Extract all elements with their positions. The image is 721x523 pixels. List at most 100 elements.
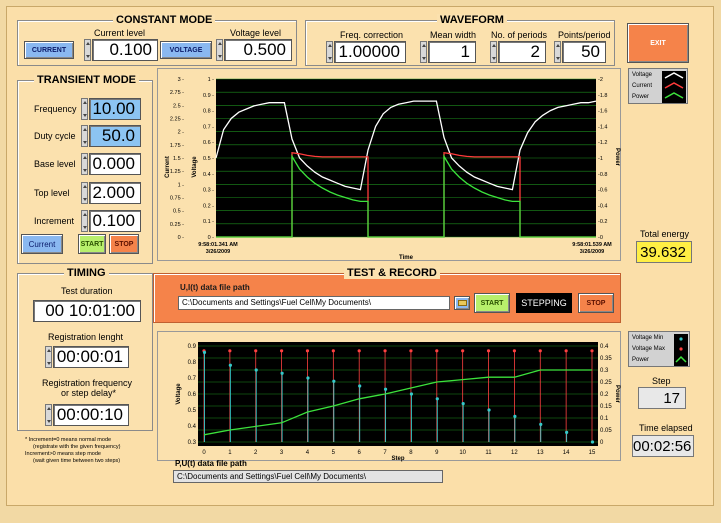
- ui-path-label: U,I(t) data file path: [180, 283, 250, 292]
- vmin-point: [228, 363, 232, 367]
- points-period-spinner[interactable]: [554, 41, 561, 63]
- registration-length-input[interactable]: 00:00:01: [53, 346, 129, 368]
- mean-width-spinner[interactable]: [420, 41, 427, 63]
- voltage-tick-label: 0.7: [188, 376, 197, 382]
- legend-vmin-label: Voltage Min: [632, 335, 664, 341]
- increment-input[interactable]: 0.100: [89, 210, 141, 232]
- freq-correction-spinner[interactable]: [326, 41, 333, 63]
- ui-path-input[interactable]: C:\Documents and Settings\Fuel Cell\My D…: [178, 296, 450, 310]
- base-level-spinner[interactable]: [81, 153, 88, 175]
- voltage-level-spinner[interactable]: [216, 39, 223, 61]
- test-record-title: TEST & RECORD: [344, 267, 440, 279]
- timing-panel: TIMING Test duration 00 10:01:00 Registr…: [17, 267, 153, 431]
- test-duration-input[interactable]: 00 10:01:00: [33, 300, 141, 322]
- step-tick-label: 0: [202, 450, 206, 456]
- time-axis-label: Time: [399, 255, 414, 261]
- freq-correction-input[interactable]: 1.00000: [334, 41, 406, 63]
- time-elapsed-readout: 00:02:56: [632, 435, 694, 457]
- registration-frequency-label: Registration frequency: [42, 378, 133, 388]
- registration-length-spinner[interactable]: [45, 346, 52, 368]
- power-tick-label: 0.05: [600, 428, 612, 434]
- vmin-point: [280, 371, 284, 375]
- step-tick-label: 5: [332, 450, 336, 456]
- bottom-chart-container: 0 1 2 3 4 5 6 7 8 9 10 11 12 13 14 15 0.9 0.8 0.7 0.6 0.5 0.4…: [157, 331, 621, 462]
- power-tick-label: -1.6: [598, 109, 607, 115]
- frequency-input[interactable]: 10.00: [89, 98, 141, 120]
- footnote-line-1: * Increment=0 means normal mode: [25, 437, 112, 443]
- mean-width-label: Mean width: [430, 30, 477, 40]
- transient-stop-button[interactable]: STOP: [109, 234, 139, 254]
- vmin-point: [461, 402, 465, 406]
- periods-input[interactable]: 2: [498, 41, 546, 63]
- power-tick-label: 0.4: [600, 344, 609, 350]
- power-tick-label: 0.3: [600, 368, 609, 374]
- voltage-tick-label: 0.5: [188, 408, 197, 414]
- legend-power2-swatch: [675, 355, 687, 363]
- transient-mode-title: TRANSIENT MODE: [34, 74, 139, 86]
- periods-label: No. of periods: [491, 30, 548, 40]
- record-start-button[interactable]: START: [474, 293, 510, 313]
- points-period-label: Points/period: [558, 30, 611, 40]
- vmin-point: [487, 408, 491, 412]
- vmax-point: [254, 349, 258, 353]
- mean-width-input[interactable]: 1: [428, 41, 476, 63]
- freq-correction-label: Freq. correction: [340, 30, 404, 40]
- current-tick-label: 2 -: [178, 130, 185, 136]
- browse-folder-button[interactable]: [454, 296, 470, 310]
- voltage-tick-label: 0.7 -: [203, 124, 214, 130]
- base-level-input[interactable]: 0.000: [89, 153, 141, 175]
- pu-path-input[interactable]: C:\Documents and Settings\Fuel Cell\My D…: [173, 470, 443, 483]
- registration-frequency-spinner[interactable]: [45, 404, 52, 426]
- step-tick-label: 13: [537, 450, 544, 456]
- increment-label: Increment: [34, 216, 75, 226]
- vmin-point: [358, 384, 362, 388]
- registration-frequency-input[interactable]: 00:00:10: [53, 404, 129, 426]
- record-stop-button[interactable]: STOP: [578, 293, 614, 313]
- increment-spinner[interactable]: [81, 210, 88, 232]
- vmax-point: [409, 349, 413, 353]
- vmax-point: [538, 349, 542, 353]
- top-level-label: Top level: [34, 188, 70, 198]
- current-level-input[interactable]: 0.100: [92, 39, 158, 61]
- step-label: Step: [652, 376, 671, 386]
- current-tick-label: 1.25 -: [170, 169, 184, 175]
- transient-start-button[interactable]: START: [78, 234, 106, 254]
- exit-button[interactable]: EXIT: [627, 23, 689, 63]
- vmax-point: [512, 349, 516, 353]
- current-button[interactable]: CURRENT: [24, 41, 74, 59]
- voltage-tick-label: 0.1 -: [203, 219, 214, 225]
- voltage-level-input[interactable]: 0.500: [224, 39, 292, 61]
- top-level-spinner[interactable]: [81, 182, 88, 204]
- top-level-input[interactable]: 2.000: [89, 182, 141, 204]
- points-period-input[interactable]: 50: [562, 41, 606, 63]
- periods-spinner[interactable]: [490, 41, 497, 63]
- voltage-button[interactable]: VOLTAGE: [160, 41, 212, 59]
- step-tick-label: 8: [409, 450, 413, 456]
- vmin-point: [254, 368, 258, 372]
- duty-cycle-spinner[interactable]: [81, 125, 88, 147]
- current-tick-label: 0.25 -: [170, 222, 184, 228]
- step-tick-label: 10: [459, 450, 466, 456]
- vmax-point: [486, 349, 491, 353]
- frequency-spinner[interactable]: [81, 98, 88, 120]
- legend2-swatch-box: [674, 334, 688, 366]
- voltage-tick-label: 0.8 -: [203, 109, 214, 115]
- current-tick-label: 2.75 -: [170, 90, 184, 96]
- step-tick-label: 14: [563, 450, 570, 456]
- voltage-tick-label: 0.6 -: [203, 140, 214, 146]
- voltage-tick-label: 0.4 -: [203, 172, 214, 178]
- mode-selector-button[interactable]: Current: [21, 234, 63, 254]
- footnote-line-4: (wait given time between two steps): [33, 458, 121, 464]
- voltage-axis-label: Voltage: [192, 156, 198, 178]
- current-level-spinner[interactable]: [84, 39, 91, 61]
- bottom-chart-legend: Voltage Min Voltage Max Power: [628, 331, 690, 367]
- step-tick-label: 12: [511, 450, 518, 456]
- duty-cycle-input[interactable]: 50.0: [89, 125, 141, 147]
- power-tick-label: 0.2: [600, 392, 609, 398]
- vmin-point: [539, 422, 543, 426]
- vmax-point: [383, 349, 387, 353]
- legend-voltage-label: Voltage: [632, 72, 653, 78]
- waveform-title: WAVEFORM: [437, 14, 507, 26]
- footnote-line-3: Increment>0 means step mode: [25, 451, 101, 457]
- step-readout: 17: [638, 387, 686, 409]
